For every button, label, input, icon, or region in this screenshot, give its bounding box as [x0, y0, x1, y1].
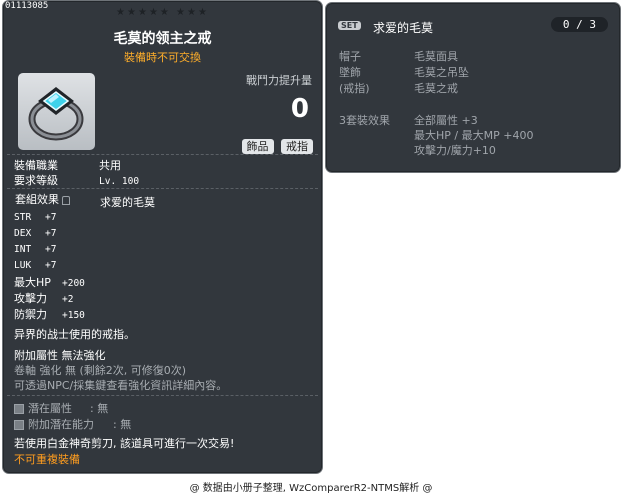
job-value: 共用 [99, 159, 121, 172]
item-title: 毛莫的领主之戒 [113, 31, 212, 47]
set-item-name: 毛莫面具 [414, 50, 458, 63]
stat-value: +7 [45, 244, 57, 255]
divider [7, 188, 318, 189]
stat-name: 攻擊力 [14, 292, 47, 305]
stat-row: LUK +7 [14, 258, 56, 271]
item-icon [18, 73, 95, 150]
stat-row: DEX +7 [14, 226, 56, 239]
item-tooltip: 01113085 ★★★★★ ★★★ 毛莫的领主之戒 裝備時不可交換 戰鬥力提升… [2, 0, 323, 474]
set-name: 求爱的毛莫 [373, 21, 434, 35]
upgrade-info: 卷軸 強化 無 (剩餘2次, 可修復0次) [14, 364, 187, 377]
set-effect-line: 全部屬性 +3 [414, 114, 478, 127]
extra-attribute: 附加屬性 無法強化 [14, 349, 106, 362]
divider [7, 154, 318, 155]
stat-value: +7 [45, 212, 57, 223]
level-label: 要求等級 [14, 174, 58, 187]
set-effect-label-row: 套組效果 [15, 191, 70, 207]
no-duplicate-notice: 不可重複裝備 [14, 453, 80, 466]
job-row: 裝備職業 共用 [14, 157, 121, 173]
star-rating: ★★★★★ ★★★ [116, 7, 209, 18]
set-item-slot: (戒指) [339, 82, 370, 95]
stat-name: 防禦力 [14, 308, 47, 321]
set-effect-label: 套組效果 [15, 193, 59, 206]
stat-row: 防禦力 +150 [14, 306, 85, 322]
set-item-name: 毛莫之吊坠 [414, 66, 469, 79]
stat-row: INT +7 [14, 242, 56, 255]
stat-row: STR +7 [14, 210, 56, 223]
set-item-slot: 墜飾 [339, 66, 361, 79]
item-description: 异界的战士使用的戒指。 [14, 328, 135, 341]
additional-potential-value: : 無 [113, 418, 132, 431]
set-effect-line: 攻擊力/魔力+10 [414, 144, 496, 157]
stat-row: 最大HP +200 [14, 274, 85, 290]
level-value: Lv. 100 [99, 176, 140, 187]
badge-ring: 戒指 [281, 139, 313, 154]
npc-info: 可透過NPC/採集鍵查看強化資訊詳細內容。 [14, 379, 228, 392]
set-effect-value: 求爱的毛莫 [100, 196, 155, 209]
attack-power-value: 0 [290, 94, 309, 124]
category-badges: 飾品 戒指 [238, 139, 313, 154]
set-tag: SET [338, 21, 361, 30]
stat-name: INT [14, 244, 32, 255]
stat-value: +150 [62, 310, 85, 321]
stat-value: +2 [62, 294, 74, 305]
potential-value: : 無 [90, 402, 109, 415]
footer-credit: @ 数据由小册子整理, WzComparerR2-NTMS解析 @ [189, 483, 433, 494]
stat-value: +7 [45, 228, 57, 239]
ring-icon [28, 87, 84, 141]
additional-potential-label: 附加潛在能力 [28, 418, 94, 431]
stat-name: LUK [14, 260, 32, 271]
stat-name: 最大HP [14, 276, 51, 289]
potential-label: 潛在屬性 [28, 402, 72, 415]
potential-grade-icon [14, 404, 24, 414]
lock-icon [62, 195, 70, 205]
set-effect-line: 最大HP / 最大MP +400 [414, 129, 534, 142]
stat-name: DEX [14, 228, 32, 239]
additional-potential-grade-icon [14, 420, 24, 430]
stat-row: 攻擊力 +2 [14, 290, 73, 306]
level-row: 要求等級 Lv. 100 [14, 172, 139, 188]
additional-potential-row: 附加潛在能力 : 無 [14, 416, 131, 432]
set-effect-count-label: 3套裝效果 [339, 114, 390, 127]
stat-name: STR [14, 212, 32, 223]
set-tooltip: SET 求爱的毛莫 0 / 3 帽子 毛莫面具 墜飾 毛莫之吊坠 (戒指) 毛莫… [325, 2, 621, 173]
stat-value: +7 [45, 260, 57, 271]
trade-restriction: 裝備時不可交換 [124, 51, 201, 64]
potential-row: 潛在屬性 : 無 [14, 400, 108, 416]
set-item-slot: 帽子 [339, 50, 361, 63]
stat-value: +200 [62, 278, 85, 289]
scissors-info: 若使用白金神奇剪刀, 該道具可進行一次交易! [14, 437, 235, 450]
set-count: 0 / 3 [550, 17, 608, 32]
set-item-name: 毛莫之戒 [414, 82, 458, 95]
badge-accessory: 飾品 [241, 139, 274, 154]
attack-power-label: 戰鬥力提升量 [246, 74, 312, 87]
divider [7, 395, 318, 396]
job-label: 裝備職業 [14, 159, 58, 172]
